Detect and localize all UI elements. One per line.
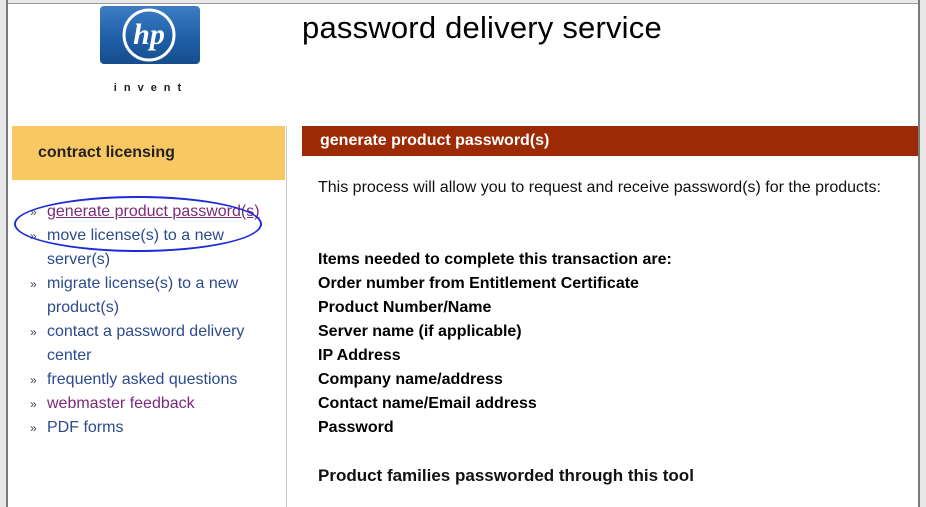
intro-container: This process will allow you to request a…	[318, 176, 918, 224]
bullet-icon: »	[30, 277, 37, 291]
requirement-item: Password	[318, 419, 394, 436]
sidebar-item-migrate-licenses: » migrate license(s) to a new product(s)	[30, 272, 280, 320]
bullet-icon: »	[30, 397, 37, 411]
requirement-item: Contact name/Email address	[318, 395, 537, 412]
sidebar-item-faq: » frequently asked questions	[30, 368, 280, 392]
logo-tagline: invent	[113, 82, 189, 94]
nav-link-migrate-licenses[interactable]: migrate license(s) to a new product(s)	[47, 275, 238, 316]
nav-link-webmaster-feedback[interactable]: webmaster feedback	[47, 395, 195, 412]
requirement-item: Product Number/Name	[318, 299, 492, 316]
nav-link-contact-center[interactable]: contact a password delivery center	[47, 323, 244, 364]
window-right-border	[918, 0, 926, 507]
bullet-icon: »	[30, 325, 37, 339]
requirements-list: Items needed to complete this transactio…	[318, 248, 908, 440]
nav-link-pdf-forms[interactable]: PDF forms	[47, 419, 123, 436]
window-top-border	[0, 0, 926, 4]
nav-link-faq[interactable]: frequently asked questions	[47, 371, 237, 388]
requirements-heading: Items needed to complete this transactio…	[318, 251, 672, 268]
hp-logo-mark-icon: hp	[122, 8, 176, 62]
bullet-icon: »	[30, 373, 37, 387]
requirement-item: Company name/address	[318, 371, 503, 388]
requirement-item: IP Address	[318, 347, 401, 364]
bullet-icon: »	[30, 421, 37, 435]
logo-text: hp	[133, 18, 165, 51]
requirement-item: Server name (if applicable)	[318, 323, 522, 340]
sidebar-item-webmaster-feedback: » webmaster feedback	[30, 392, 280, 416]
page-title: password delivery service	[302, 10, 662, 45]
requirement-item: Order number from Entitlement Certificat…	[318, 275, 639, 292]
sidebar-heading: contract licensing	[38, 144, 175, 161]
window-left-border	[0, 0, 8, 507]
hp-logo[interactable]: hp	[100, 6, 200, 64]
section-header: generate product password(s)	[302, 126, 918, 156]
sidebar-divider	[286, 126, 287, 507]
sidebar-item-pdf-forms: » PDF forms	[30, 416, 280, 440]
highlight-circle-annotation	[14, 196, 262, 252]
sidebar-item-contact-center: » contact a password delivery center	[30, 320, 280, 368]
section-title: generate product password(s)	[320, 132, 550, 149]
product-families-heading: Product families passworded through this…	[318, 466, 694, 485]
sidebar-header: contract licensing	[12, 126, 285, 180]
intro-text: This process will allow you to request a…	[318, 179, 881, 196]
